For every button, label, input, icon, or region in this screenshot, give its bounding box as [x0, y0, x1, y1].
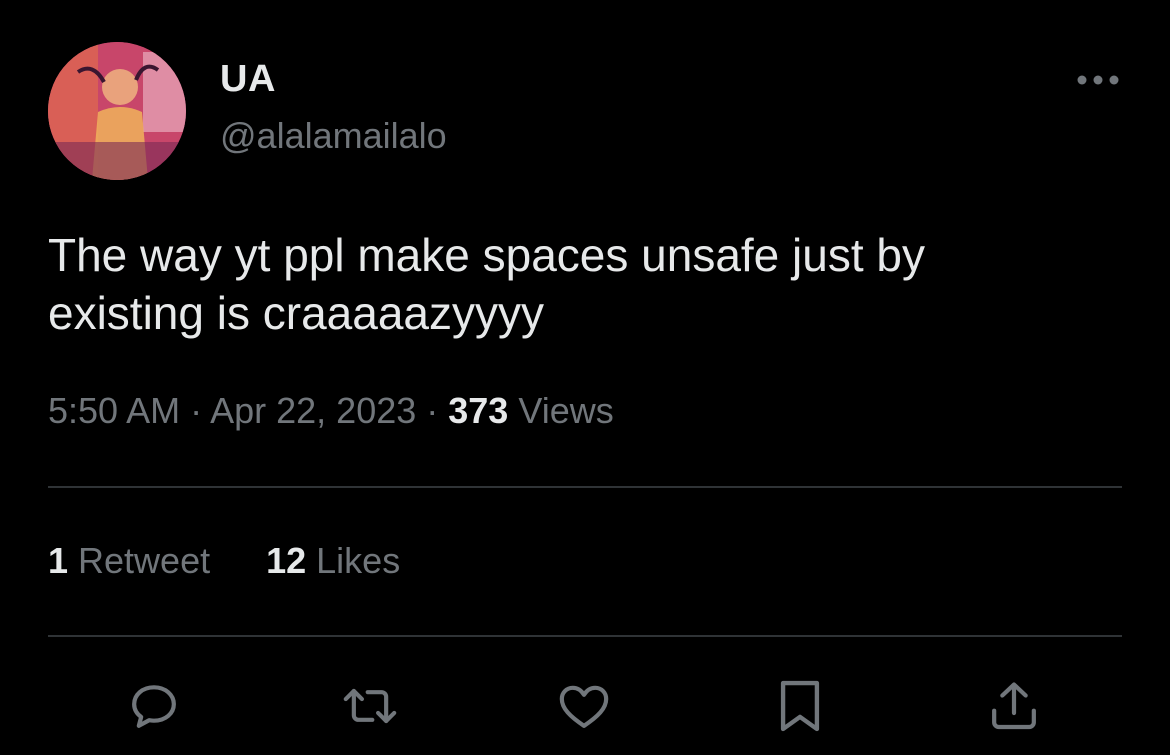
tweet-stats: 1 Retweet 12 Likes: [48, 540, 400, 582]
meta-separator: ·: [180, 390, 211, 431]
retweets-label: Retweet: [68, 540, 211, 581]
retweet-button[interactable]: [340, 676, 400, 736]
reply-icon: [132, 685, 176, 728]
tweet-meta: 5:50 AM · Apr 22, 2023 · 373 Views: [48, 390, 614, 432]
display-name[interactable]: UA: [220, 58, 276, 101]
share-icon: [992, 682, 1036, 730]
likes-count: 12: [266, 540, 307, 581]
tweet-text-line: existing is craaaaazyyyy: [48, 287, 544, 339]
reply-button[interactable]: [124, 676, 184, 736]
views-label: Views: [508, 390, 614, 431]
like-icon: [559, 685, 609, 728]
tweet-date[interactable]: Apr 22, 2023: [210, 390, 416, 431]
more-icon: [1077, 75, 1119, 85]
divider: [48, 486, 1122, 488]
avatar[interactable]: [48, 42, 186, 180]
likes-label: Likes: [306, 540, 401, 581]
more-options-button[interactable]: [1070, 62, 1126, 98]
tweet-time[interactable]: 5:50 AM: [48, 390, 180, 431]
bookmark-button[interactable]: [770, 676, 830, 736]
bookmark-icon: [780, 680, 820, 732]
retweet-icon: [343, 688, 397, 724]
user-handle[interactable]: @alalamailalo: [220, 115, 447, 157]
meta-separator: ·: [416, 390, 449, 431]
tweet-text-line: The way yt ppl make spaces unsafe just b…: [48, 229, 925, 281]
retweets-count: 1: [48, 540, 69, 581]
likes-stat[interactable]: 12 Likes: [266, 540, 400, 581]
share-button[interactable]: [984, 676, 1044, 736]
views-count: 373: [448, 390, 509, 431]
divider: [48, 635, 1122, 637]
retweets-stat[interactable]: 1 Retweet: [48, 540, 210, 581]
like-button[interactable]: [554, 676, 614, 736]
tweet-text: The way yt ppl make spaces unsafe just b…: [48, 226, 1118, 342]
